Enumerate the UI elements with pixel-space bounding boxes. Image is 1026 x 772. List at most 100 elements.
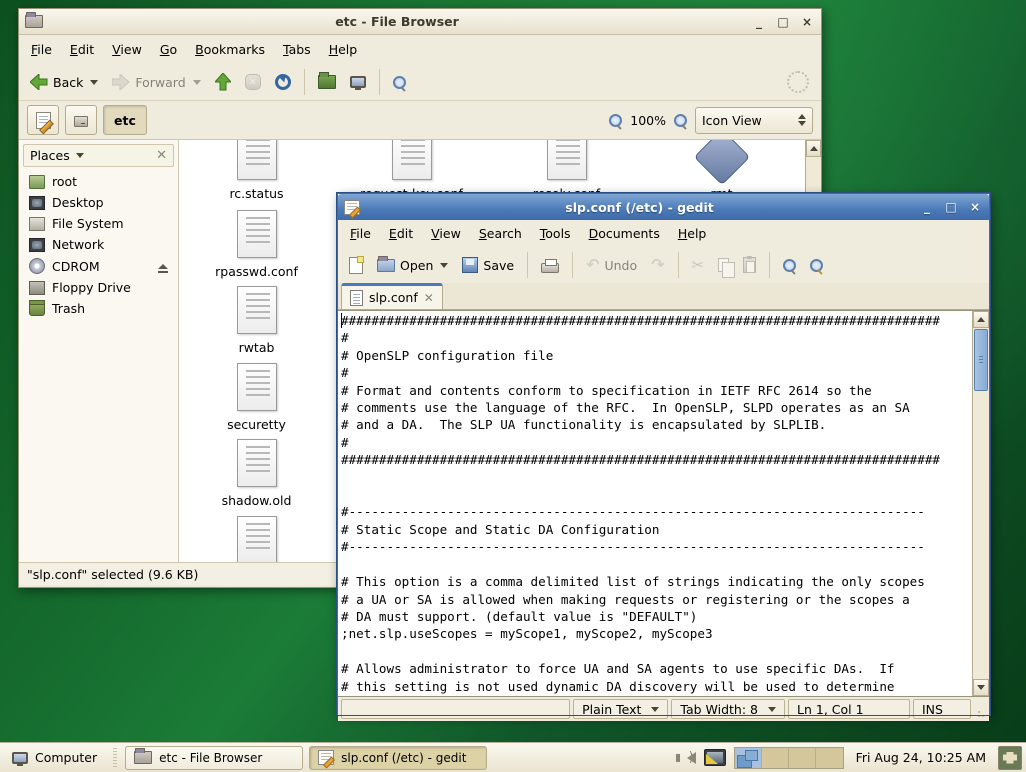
file-item[interactable]: securetty [179,363,334,432]
minimize-button[interactable]: _ [919,199,935,215]
file-item[interactable]: shadow.old [179,439,334,508]
sidebar-item-floppy[interactable]: Floppy Drive [19,277,178,298]
replace-button[interactable] [805,256,828,275]
menu-tabs[interactable]: Tabs [275,38,319,61]
chevron-down-icon [76,153,84,158]
close-button[interactable]: × [799,14,815,30]
up-button[interactable] [210,70,236,94]
throbber-icon [787,71,809,93]
menu-tools[interactable]: Tools [532,222,579,245]
volume-icon[interactable] [681,752,696,764]
resize-grip[interactable] [974,699,986,719]
task-gedit[interactable]: slp.conf (/etc) - gedit [309,746,487,770]
location-bar: etc 100% Icon View [19,101,821,139]
computer-button[interactable] [345,73,371,91]
menu-file[interactable]: File [23,38,60,61]
tab-slp-conf[interactable]: slp.conf ✕ [341,283,443,309]
places-sidebar: Places ✕ root Desktop File System Networ… [19,140,179,562]
undo-button[interactable]: ↶ Undo [581,254,642,276]
menu-bookmarks[interactable]: Bookmarks [187,38,273,61]
menu-view[interactable]: View [104,38,150,61]
sidebar-item-network[interactable]: Network [19,234,178,255]
menu-help[interactable]: Help [670,222,715,245]
text-file-icon [237,516,277,562]
find-button[interactable] [778,256,801,275]
sidebar-item-desktop[interactable]: Desktop [19,192,178,213]
sidebar-item-filesystem[interactable]: File System [19,213,178,234]
scroll-up-icon[interactable] [973,311,989,328]
path-button-etc[interactable]: etc [103,105,147,135]
new-document-button[interactable] [344,254,368,277]
edit-location-button[interactable] [27,105,59,135]
scroll-up-icon[interactable] [806,140,821,157]
scrollbar-thumb[interactable] [974,329,988,391]
menu-edit[interactable]: Edit [381,222,421,245]
close-button[interactable]: × [967,199,983,215]
display-settings-icon[interactable] [704,749,726,766]
workspace-2[interactable] [762,748,789,768]
copy-button[interactable] [713,255,734,275]
maximize-button[interactable]: □ [775,14,791,30]
home-button[interactable] [313,72,341,92]
file-item[interactable]: rpasswd.conf [179,210,334,279]
text-file-icon [237,210,277,258]
print-button[interactable] [536,255,564,276]
reload-button[interactable] [270,71,296,93]
menu-file[interactable]: File [342,222,379,245]
scroll-down-icon[interactable] [973,679,989,696]
desktop-icon [29,196,45,210]
cut-button[interactable]: ✂ [687,255,710,276]
computer-icon [12,752,28,764]
file-item[interactable]: request-key.conf [334,140,489,201]
zoom-out-icon[interactable] [609,114,622,127]
gedit-titlebar[interactable]: slp.conf (/etc) - gedit _ □ × [338,194,989,220]
root-drive-button[interactable] [65,105,97,135]
search-icon [393,76,406,89]
file-item[interactable]: rwtab [179,286,334,355]
task-file-browser[interactable]: etc - File Browser [125,746,303,770]
workspace-4[interactable] [816,748,843,768]
sidebar-item-root[interactable]: root [19,171,178,192]
file-item[interactable]: resolv.conf [489,140,644,201]
paste-button[interactable] [738,254,761,276]
menu-documents[interactable]: Documents [581,222,668,245]
workspace-1[interactable] [735,748,762,768]
editor-scrollbar[interactable] [972,311,989,696]
sidebar-item-trash[interactable]: Trash [19,298,178,319]
minimize-button[interactable]: _ [751,14,767,30]
forward-button[interactable]: Forward [107,71,205,93]
insert-mode: INS [913,699,971,719]
file-item[interactable]: rc.status [179,140,334,201]
close-sidebar-icon[interactable]: ✕ [156,148,167,163]
places-header[interactable]: Places ✕ [23,144,174,167]
view-mode-select[interactable]: Icon View [695,107,813,134]
eject-icon[interactable] [158,264,168,269]
tab-width-select[interactable]: Tab Width: 8 [671,699,785,719]
show-desktop-button[interactable] [998,746,1022,770]
menu-go[interactable]: Go [152,38,185,61]
maximize-button[interactable]: □ [943,199,959,215]
sidebar-item-cdrom[interactable]: CDROM [19,255,178,277]
menu-search[interactable]: Search [471,222,530,245]
menu-edit[interactable]: Edit [62,38,102,61]
workspace-switcher[interactable] [734,747,844,769]
redo-button[interactable]: ↷ [646,254,669,276]
search-button[interactable] [388,73,411,92]
close-tab-icon[interactable]: ✕ [424,291,434,305]
stop-button[interactable]: ✕ [240,71,266,93]
file-item[interactable]: slp.spi [179,516,334,562]
back-button[interactable]: Back [25,71,103,93]
file-item[interactable]: rmt [644,140,799,201]
language-select[interactable]: Plain Text [573,699,668,719]
text-editor-area[interactable]: ########################################… [338,311,972,696]
file-browser-titlebar[interactable]: etc - File Browser _ □ × [19,9,821,35]
save-button[interactable]: Save [457,254,519,276]
menu-view[interactable]: View [423,222,469,245]
clock[interactable]: Fri Aug 24, 10:25 AM [852,750,990,765]
workspace-3[interactable] [789,748,816,768]
computer-menu-button[interactable]: Computer [4,747,105,768]
menu-help[interactable]: Help [321,38,366,61]
open-button[interactable]: Open [372,255,453,276]
stop-icon: ✕ [245,74,261,90]
zoom-in-icon[interactable] [674,114,687,127]
